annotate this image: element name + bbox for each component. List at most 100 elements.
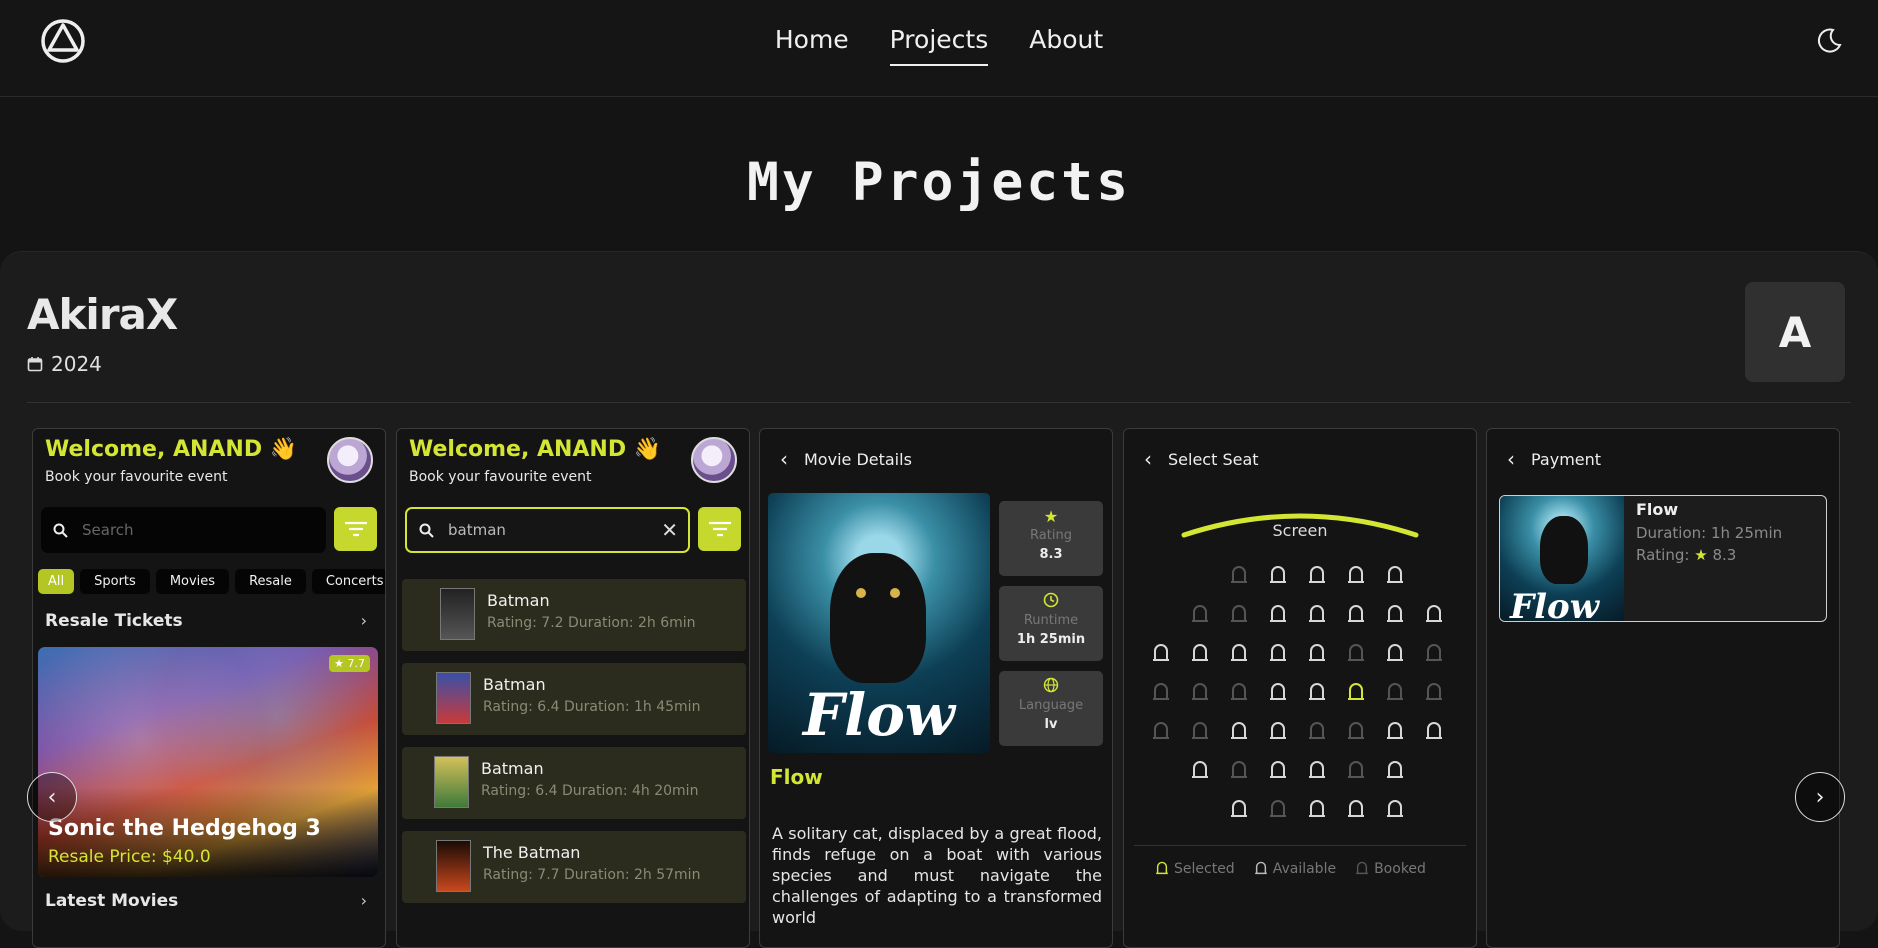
- seat-icon[interactable]: [1267, 721, 1289, 743]
- chip-sports[interactable]: Sports: [80, 569, 150, 594]
- chevron-right-icon: ›: [1815, 784, 1825, 810]
- chevron-left-icon[interactable]: ‹: [780, 447, 788, 471]
- category-chips: All Sports Movies Resale Concerts: [38, 569, 385, 594]
- chip-all[interactable]: All: [38, 569, 75, 594]
- seat-icon: [1192, 605, 1208, 622]
- seat-icon[interactable]: [1384, 760, 1406, 782]
- filter-button[interactable]: [698, 507, 741, 551]
- list-item[interactable]: Batman Rating: 7.2 Duration: 2h 6min: [402, 579, 746, 651]
- seat-icon: [1254, 861, 1267, 875]
- carousel-next-button[interactable]: ›: [1795, 772, 1845, 822]
- project-year: 2024: [27, 352, 102, 376]
- filter-button[interactable]: [334, 507, 377, 551]
- chevron-left-icon[interactable]: ‹: [1507, 447, 1515, 471]
- seat-icon[interactable]: [1228, 721, 1250, 743]
- seat-icon[interactable]: [1345, 604, 1367, 626]
- nav-home[interactable]: Home: [775, 25, 849, 56]
- chevron-left-icon[interactable]: ‹: [1144, 447, 1152, 471]
- seat-icon: [1231, 683, 1247, 700]
- close-icon[interactable]: ✕: [661, 518, 678, 542]
- seat-icon[interactable]: [1267, 682, 1289, 704]
- calendar-icon: [27, 357, 43, 372]
- divider: [27, 402, 1851, 403]
- top-navbar: Home Projects About: [0, 0, 1878, 97]
- chevron-right-icon[interactable]: ›: [361, 891, 367, 910]
- seat-icon: [1270, 800, 1286, 817]
- seat-icon[interactable]: [1345, 799, 1367, 821]
- seat-icon[interactable]: [1150, 643, 1172, 665]
- seat-icon: [1356, 861, 1368, 875]
- seat-icon: [1348, 761, 1364, 778]
- clock-icon: [999, 592, 1103, 610]
- moon-icon[interactable]: [1814, 26, 1844, 56]
- chip-resale[interactable]: Resale: [235, 569, 306, 594]
- search-placeholder: Search: [82, 521, 134, 539]
- project-year-text: 2024: [51, 352, 102, 376]
- seat-icon[interactable]: [1267, 643, 1289, 665]
- payment-duration: Duration: 1h 25min: [1636, 524, 1783, 542]
- poster-image: [434, 756, 469, 808]
- language-tile: Language lv: [999, 671, 1103, 746]
- search-input[interactable]: batman ✕: [405, 507, 690, 553]
- poster-image: [436, 840, 471, 892]
- search-icon: [53, 523, 68, 538]
- seat-icon[interactable]: [1267, 565, 1289, 587]
- carousel-prev-button[interactable]: ‹: [27, 772, 77, 822]
- seat-icon: [1153, 722, 1169, 739]
- screen-header: ‹ Select Seat: [1144, 447, 1259, 471]
- globe-icon: [999, 677, 1103, 695]
- seat-icon[interactable]: [1228, 643, 1250, 665]
- featured-card[interactable]: ★ 7.7 Sonic the Hedgehog 3 Resale Price:…: [38, 647, 378, 877]
- legend-selected: Selected: [1154, 861, 1235, 877]
- seat-icon: [1153, 683, 1169, 700]
- screenshot-payment: ‹ Payment Flow Flow Duration: 1h 25min R…: [1486, 428, 1840, 948]
- seat-icon[interactable]: [1189, 643, 1211, 665]
- chevron-right-icon[interactable]: ›: [361, 611, 367, 630]
- seat-icon[interactable]: [1384, 799, 1406, 821]
- seat-icon[interactable]: [1423, 604, 1445, 626]
- seat-icon: [1426, 644, 1442, 661]
- avatar[interactable]: [691, 437, 737, 483]
- chip-movies[interactable]: Movies: [155, 569, 230, 594]
- seat-icon: [1192, 722, 1208, 739]
- avatar[interactable]: [327, 437, 373, 483]
- seat-icon[interactable]: [1267, 760, 1289, 782]
- screen-label: Screen: [1272, 521, 1328, 540]
- nav-about[interactable]: About: [1029, 25, 1103, 56]
- seat-icon[interactable]: [1189, 760, 1211, 782]
- list-item[interactable]: The Batman Rating: 7.7 Duration: 2h 57mi…: [402, 831, 746, 903]
- welcome-text: Welcome, ANAND 👋: [409, 437, 662, 462]
- seat-icon[interactable]: [1306, 643, 1328, 665]
- seat-icon: [1231, 761, 1247, 778]
- seat-icon[interactable]: [1384, 643, 1406, 665]
- seat-icon[interactable]: [1306, 565, 1328, 587]
- seat-icon[interactable]: [1384, 565, 1406, 587]
- list-item[interactable]: Batman Rating: 6.4 Duration: 1h 45min: [402, 663, 746, 735]
- seat-icon[interactable]: [1345, 565, 1367, 587]
- seat-icon[interactable]: [1267, 604, 1289, 626]
- screen-header-title: Payment: [1531, 449, 1602, 469]
- seat-icon[interactable]: [1345, 682, 1367, 704]
- seat-icon[interactable]: [1384, 604, 1406, 626]
- chip-concerts[interactable]: Concerts: [311, 569, 385, 594]
- seat-icon[interactable]: [1423, 721, 1445, 743]
- nav-projects[interactable]: Projects: [889, 25, 988, 66]
- seat-icon[interactable]: [1228, 799, 1250, 821]
- filter-icon: [708, 521, 731, 537]
- project-avatar: A: [1745, 282, 1845, 382]
- seat-icon[interactable]: [1306, 604, 1328, 626]
- seat-legend: Selected Available Booked: [1154, 861, 1426, 877]
- seat-icon[interactable]: [1306, 682, 1328, 704]
- search-input[interactable]: Search: [41, 507, 326, 553]
- seat-icon[interactable]: [1384, 721, 1406, 743]
- featured-price: Resale Price: $40.0: [48, 847, 211, 867]
- poster-title: Flow: [803, 681, 955, 749]
- latest-heading: Latest Movies: [45, 891, 179, 911]
- list-item[interactable]: Batman Rating: 6.4 Duration: 4h 20min: [402, 747, 746, 819]
- runtime-tile: Runtime 1h 25min: [999, 586, 1103, 661]
- welcome-subtitle: Book your favourite event: [409, 469, 592, 485]
- seat-icon[interactable]: [1306, 760, 1328, 782]
- movie-synopsis: A solitary cat, displaced by a great flo…: [772, 824, 1102, 927]
- seat-icon[interactable]: [1306, 799, 1328, 821]
- seat-icon: [1309, 722, 1325, 739]
